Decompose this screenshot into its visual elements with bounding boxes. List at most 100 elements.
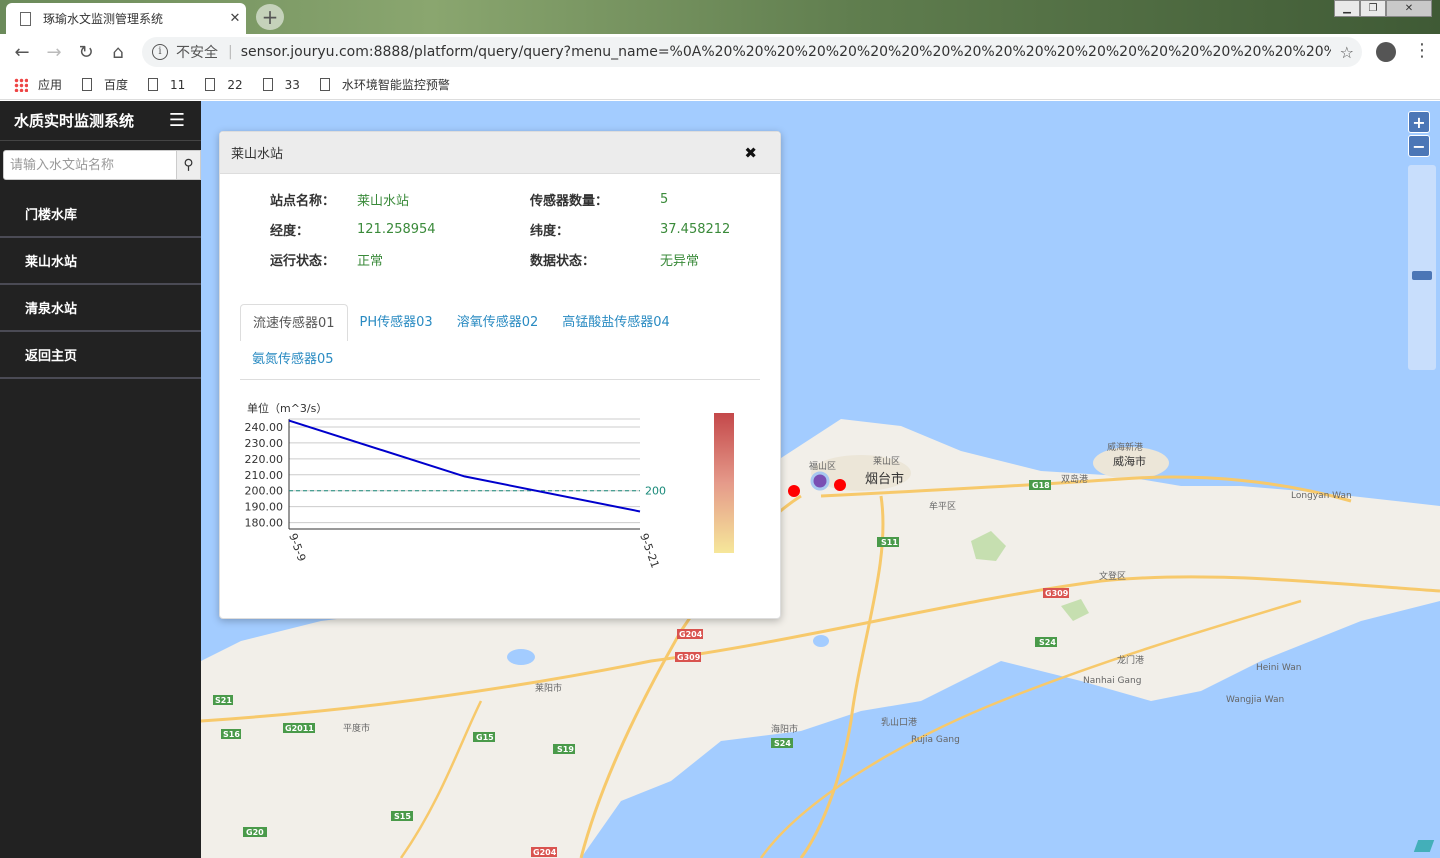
info-row: 站点名称： 莱山水站 传感器数量： 5 (270, 184, 750, 214)
info-icon[interactable]: i (152, 44, 168, 60)
forward-button[interactable]: → (38, 42, 70, 63)
page-icon (319, 78, 330, 91)
road-badge-label: G309 (1045, 589, 1069, 598)
window-close-button[interactable]: ✕ (1386, 0, 1432, 17)
sidebar-item-qingquan-station[interactable]: 清泉水站 (0, 285, 201, 332)
latitude-value: 37.458212 (660, 221, 731, 237)
road-badge-label: G204 (533, 848, 557, 857)
station-search-input[interactable] (3, 150, 177, 180)
bookmark-star-icon[interactable]: ☆ (1340, 43, 1354, 62)
address-bar-row: ← → ↻ ⌂ i 不安全 | sensor.jouryu.com:8888/p… (0, 34, 1440, 70)
window-controls: ▁ ❐ ✕ (1334, 0, 1432, 17)
bookmark-label: 水环境智能监控预警 (341, 78, 450, 92)
road-badge-label: G18 (1032, 481, 1050, 490)
map-label: 威海市 (1113, 454, 1146, 468)
site-name-value: 莱山水站 (357, 193, 410, 209)
tab-close-icon[interactable]: ✕ (224, 11, 246, 26)
road-badge-label: S21 (215, 696, 232, 705)
road-badge-label: S16 (223, 730, 240, 739)
page-icon (262, 78, 273, 91)
close-icon[interactable]: ✖ (744, 144, 757, 162)
info-row: 经度： 121.258954 纬度： 37.458212 (270, 214, 750, 244)
minimize-button[interactable]: ▁ (1334, 0, 1360, 17)
security-label: 不安全 (176, 45, 218, 61)
y-tick-label: 240.00 (245, 421, 284, 434)
browser-menu-icon[interactable]: ⋮ (1413, 42, 1431, 60)
bookmark-baidu[interactable]: 百度 (82, 76, 128, 93)
bookmark-label: 应用 (38, 78, 63, 92)
station-marker (788, 485, 800, 497)
run-status-label: 运行状态： (270, 253, 336, 269)
tab-ph-sensor-03[interactable]: PH传感器03 (348, 304, 445, 341)
map-label: 平度市 (343, 722, 370, 734)
sensor-count-label: 传感器数量： (530, 193, 609, 209)
bookmark-apps[interactable]: 应用 (14, 76, 62, 93)
tab-title: 琢瑜水文监测管理系统 (43, 12, 164, 26)
longitude-value: 121.258954 (357, 221, 436, 237)
zoom-in-button[interactable]: + (1408, 111, 1430, 133)
page-icon (20, 11, 31, 26)
maximize-button[interactable]: ❐ (1360, 0, 1386, 17)
data-status-value: 无异常 (660, 253, 700, 269)
station-info-popup: 莱山水站 ✖ 站点名称： 莱山水站 传感器数量： 5 经度： 121.25895… (219, 131, 781, 619)
app-title: 水质实时监测系统 (14, 112, 135, 130)
home-button[interactable]: ⌂ (102, 42, 134, 63)
map-label: Rujia Gang (911, 735, 960, 745)
map-label: 福山区 (809, 460, 836, 472)
apps-grid-icon (14, 77, 28, 92)
map-label: Longyan Wan (1291, 491, 1352, 501)
url-text[interactable]: sensor.jouryu.com:8888/platform/query/qu… (241, 44, 1331, 60)
tab-permanganate-sensor-04[interactable]: 高锰酸盐传感器04 (550, 304, 682, 341)
map-label: 莱山区 (873, 455, 900, 467)
map-label: Nanhai Gang (1083, 676, 1141, 686)
bookmark-water-env[interactable]: 水环境智能监控预警 (319, 76, 450, 93)
road-badge-label: G2011 (285, 724, 314, 733)
sensor-line-chart: 单位（m^3/s） 180.00 190.00 200.00 210.00 220.00 2… (245, 401, 667, 570)
tab-flow-sensor-01[interactable]: 流速传感器01 (240, 304, 348, 341)
bookmark-label: 33 (284, 77, 300, 92)
tab-ammonia-sensor-05[interactable]: 氨氮传感器05 (240, 341, 346, 378)
bookmark-22[interactable]: 22 (205, 78, 243, 92)
sidebar: 水质实时监测系统 ☰ ⚲ 门楼水库 莱山水站 清泉水站 返回主页 (0, 101, 201, 858)
color-scale-legend (714, 413, 734, 553)
account-avatar-icon[interactable] (1376, 42, 1396, 62)
new-tab-button[interactable]: + (256, 4, 284, 30)
hamburger-menu-icon[interactable]: ☰ (169, 110, 185, 131)
zoom-slider-thumb[interactable] (1412, 271, 1432, 280)
back-button[interactable]: ← (6, 42, 38, 63)
sidebar-header: 水质实时监测系统 ☰ (0, 101, 201, 141)
map-label: 乳山口港 (881, 716, 917, 728)
station-marker-selected (810, 471, 830, 491)
map-label: Heini Wan (1256, 663, 1301, 673)
longitude-label: 经度： (270, 223, 310, 239)
lake (813, 635, 829, 647)
station-search: ⚲ (0, 141, 201, 191)
search-icon[interactable]: ⚲ (177, 150, 201, 180)
road-badge-label: G204 (679, 630, 703, 639)
bookmark-label: 11 (170, 77, 186, 92)
reload-button[interactable]: ↻ (70, 42, 102, 63)
map-label: Wangjia Wan (1226, 695, 1284, 705)
sidebar-item-menlou-reservoir[interactable]: 门楼水库 (0, 191, 201, 238)
browser-tab[interactable]: 琢瑜水文监测管理系统 ✕ (6, 3, 246, 34)
x-tick-label: 9-5-9 (286, 532, 308, 564)
map-label: 威海新港 (1107, 441, 1143, 453)
road-badge-label: G20 (246, 828, 264, 837)
sensor-tabs: 流速传感器01 PH传感器03 溶氧传感器02 高锰酸盐传感器04 氨氮传感器0… (240, 304, 760, 380)
sidebar-item-back-home[interactable]: 返回主页 (0, 332, 201, 379)
map-label: 文登区 (1099, 570, 1126, 582)
zoom-out-button[interactable]: − (1408, 135, 1430, 157)
zoom-slider[interactable] (1408, 165, 1436, 370)
series-line (288, 419, 641, 513)
sidebar-item-laishan-station[interactable]: 莱山水站 (0, 238, 201, 285)
tab-dissolved-oxygen-sensor-02[interactable]: 溶氧传感器02 (445, 304, 551, 341)
omnibox[interactable]: i 不安全 | sensor.jouryu.com:8888/platform/… (142, 37, 1362, 67)
map-label: 莱阳市 (535, 682, 562, 694)
bookmark-11[interactable]: 11 (148, 78, 185, 92)
threshold-label: 200 (645, 485, 666, 498)
bookmark-33[interactable]: 33 (262, 77, 300, 92)
popup-title: 莱山水站 (231, 147, 284, 162)
y-tick-label: 190.00 (245, 501, 284, 514)
run-status-value: 正常 (357, 253, 384, 269)
road-badge-label: G309 (677, 653, 701, 662)
